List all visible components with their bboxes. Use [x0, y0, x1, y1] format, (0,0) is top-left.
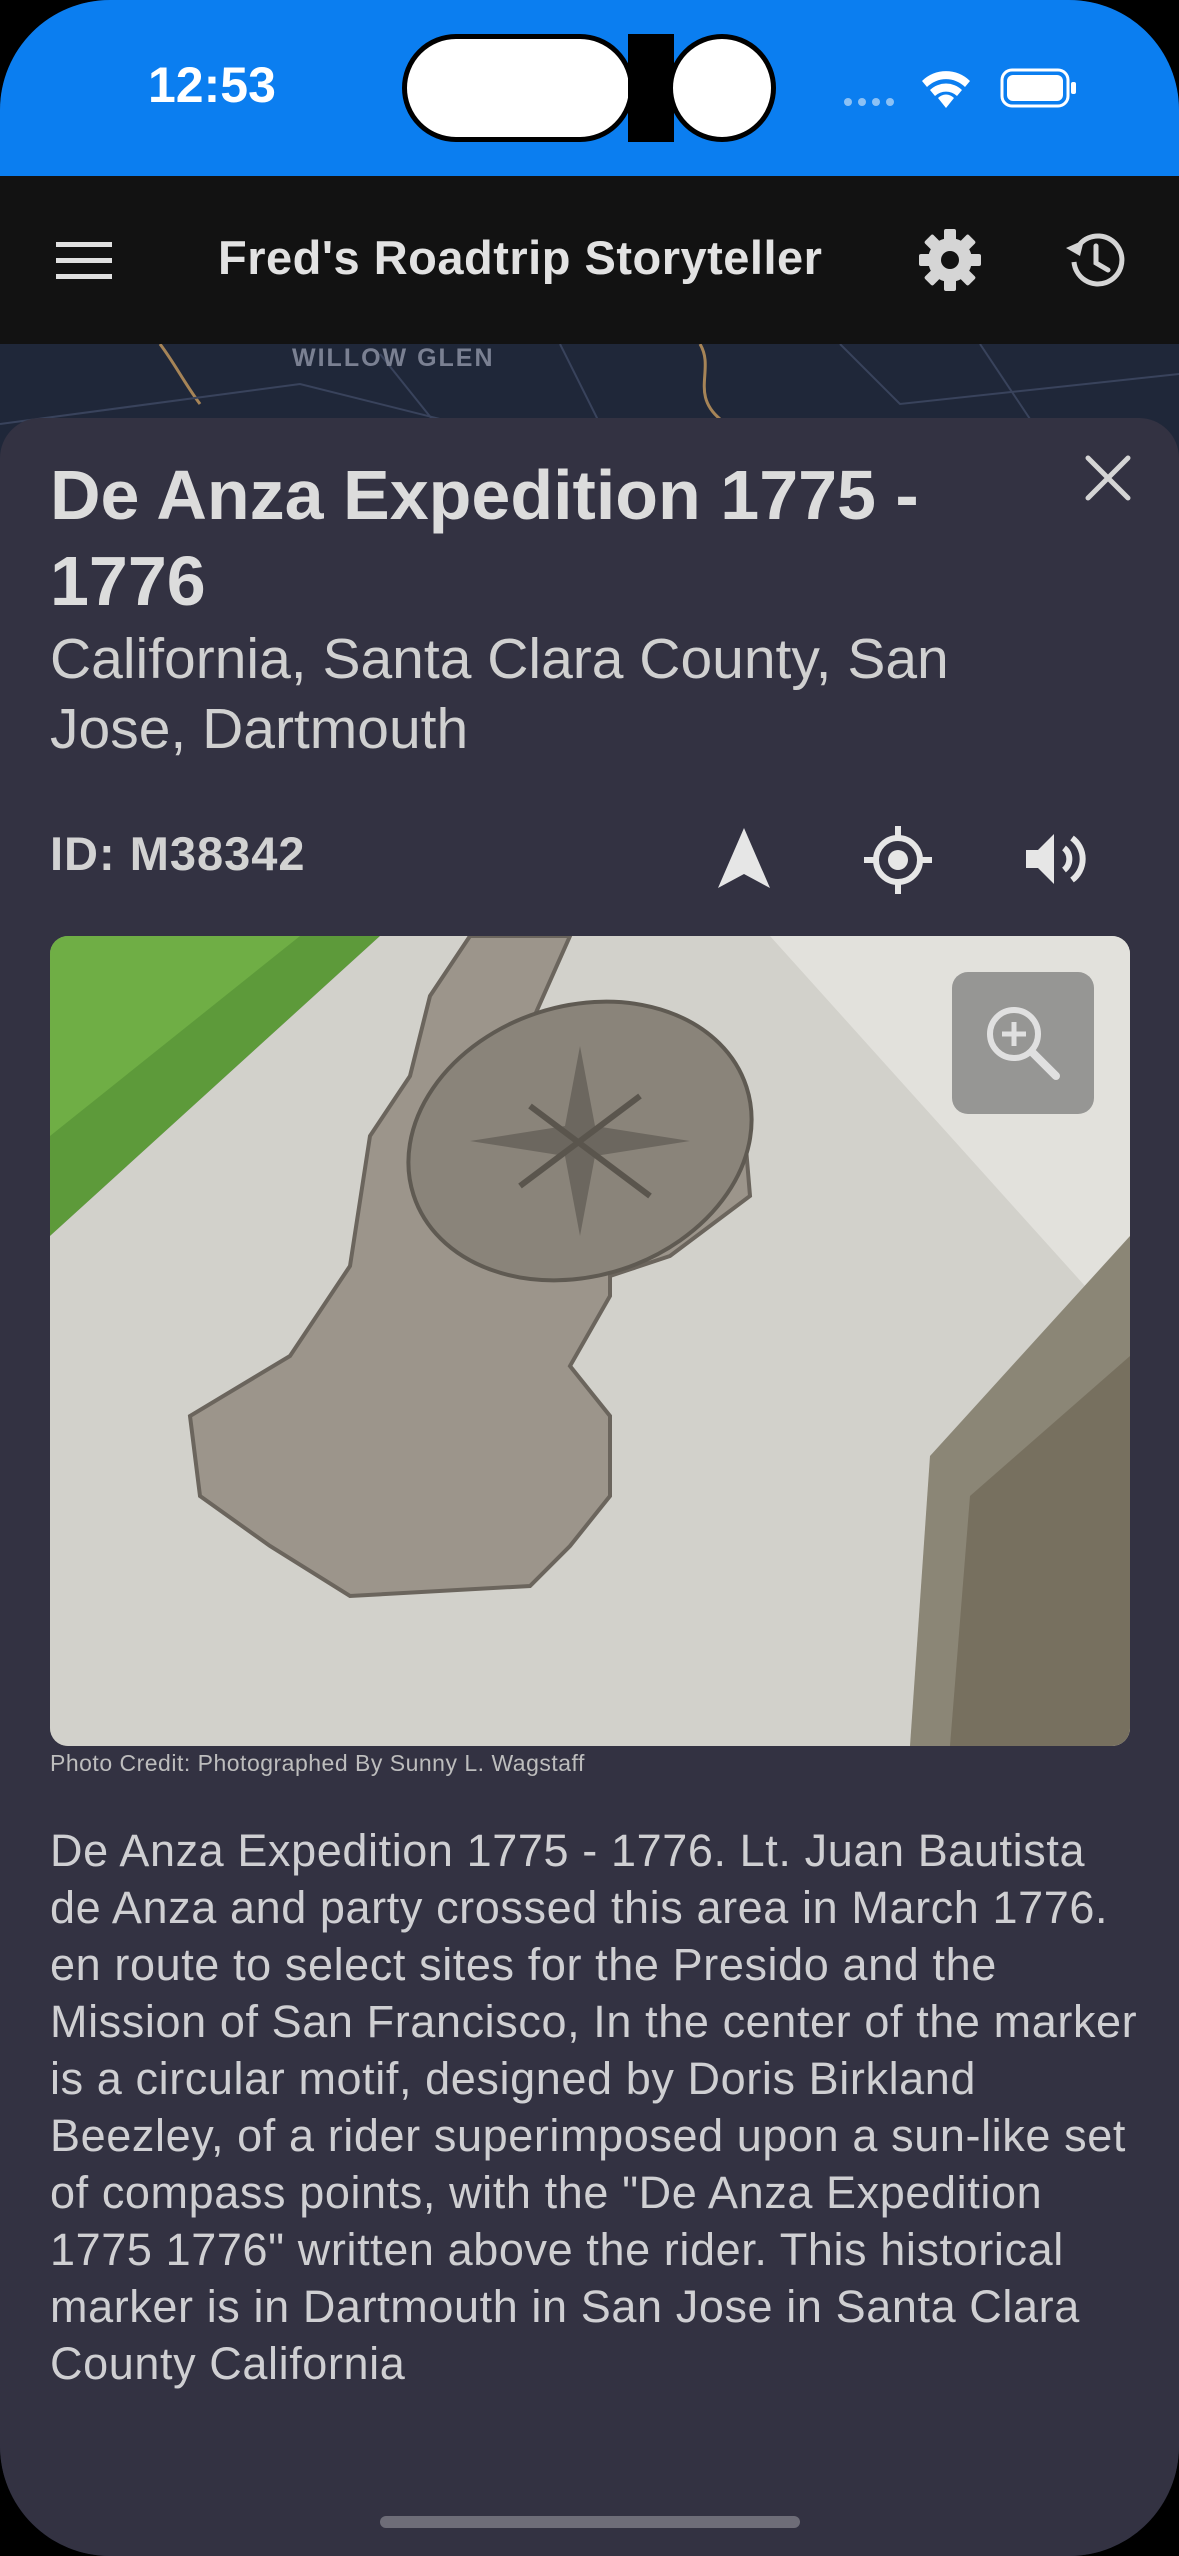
wifi-icon: [922, 71, 970, 108]
gear-icon[interactable]: [916, 226, 984, 294]
crosshair-locate-icon[interactable]: [862, 824, 934, 896]
battery-icon: [1000, 68, 1076, 108]
hamburger-menu-icon[interactable]: [52, 228, 116, 292]
dynamic-island-camera: [668, 34, 776, 142]
photo-credit: Photo Credit: Photographed By Sunny L. W…: [50, 1750, 585, 1776]
close-icon[interactable]: [1080, 450, 1136, 506]
marker-description: De Anza Expedition 1775 - 1776. Lt. Juan…: [50, 1825, 1138, 2389]
speaker-icon[interactable]: [1020, 824, 1090, 894]
home-indicator[interactable]: [380, 2516, 800, 2528]
phone-screen: 12:53 Fred's Roadtrip Storyteller WILLOW…: [0, 0, 1179, 2556]
app-bar: Fred's Roadtrip Storyteller: [0, 176, 1179, 344]
map-neighborhood-label: WILLOW GLEN: [292, 344, 495, 372]
status-icons: [844, 68, 1076, 108]
status-time: 12:53: [148, 57, 276, 113]
history-clock-icon[interactable]: [1060, 226, 1128, 294]
dynamic-island: [402, 34, 634, 142]
navigation-arrow-icon[interactable]: [712, 824, 776, 892]
marker-title: De Anza Expedition 1775 - 1776: [50, 456, 919, 620]
cellular-signal-icon: [844, 98, 894, 106]
marker-id: ID: M38342: [50, 827, 306, 880]
marker-location: California, Santa Clara County, San Jose…: [50, 627, 949, 761]
status-bar: 12:53: [0, 0, 1179, 176]
app-title: Fred's Roadtrip Storyteller: [218, 231, 823, 284]
zoom-in-icon[interactable]: [952, 972, 1094, 1114]
